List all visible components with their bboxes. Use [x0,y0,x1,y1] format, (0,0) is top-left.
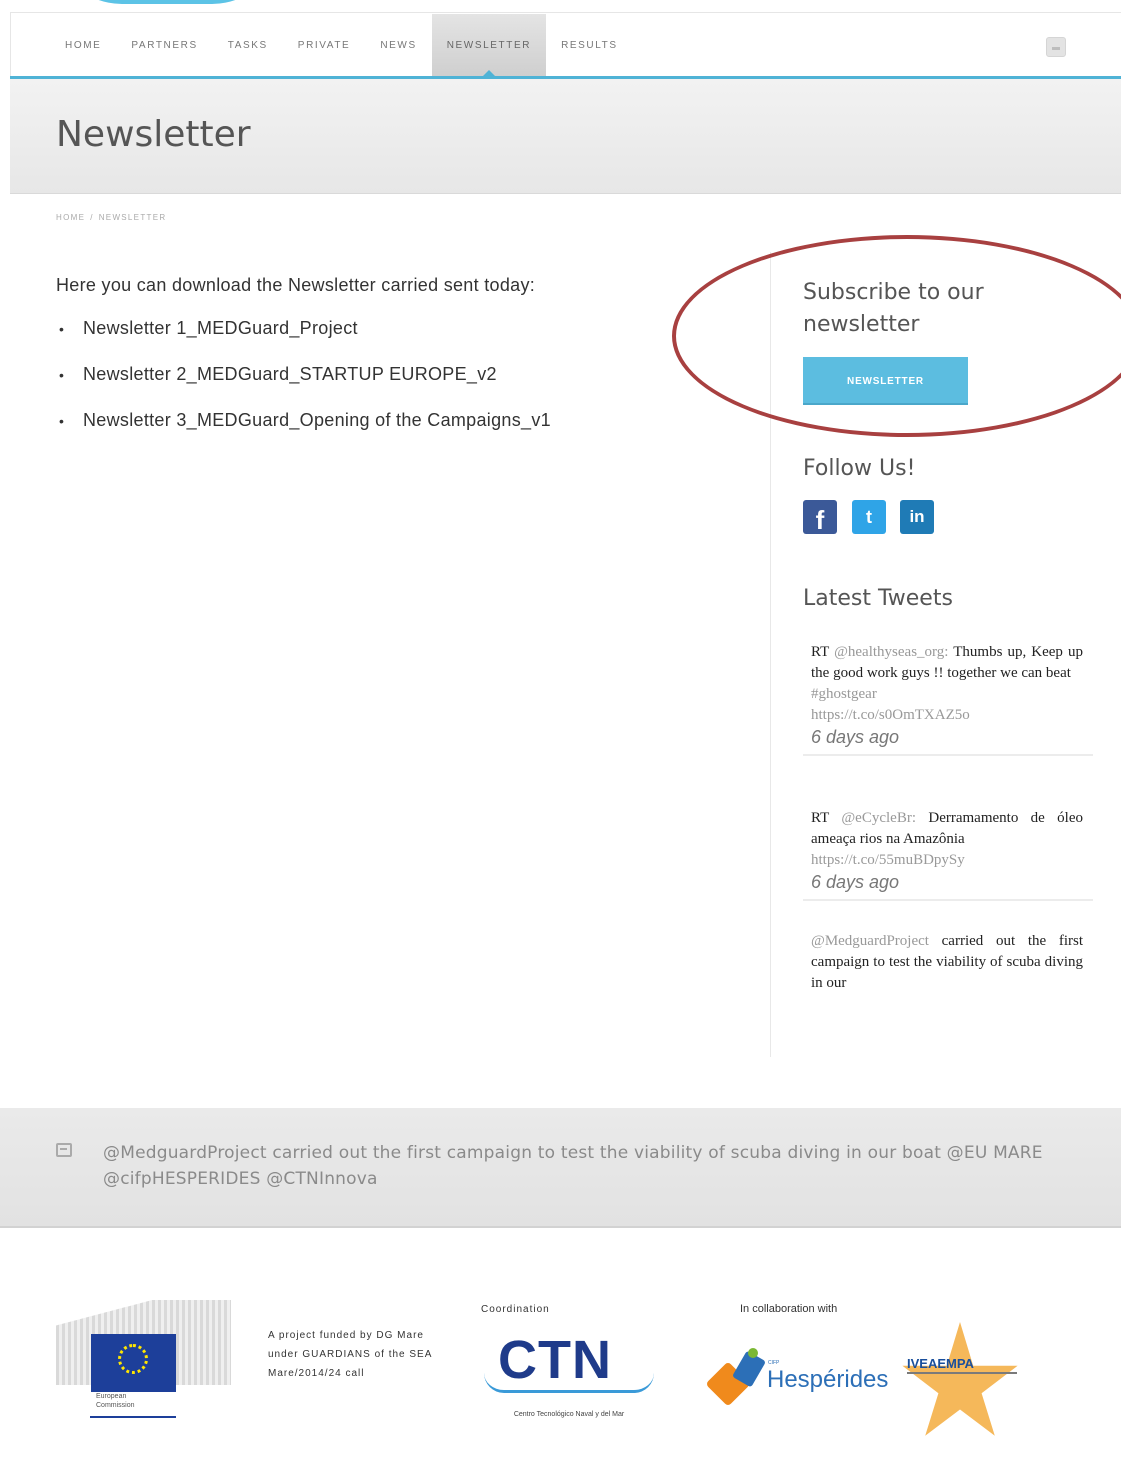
bullet: • [59,413,65,429]
nav-item-home[interactable]: HOME [50,14,116,76]
tweet: RT @eCycleBr: Derramamento de óleo ameaç… [803,800,1093,901]
starfish-graphic [902,1322,1018,1436]
ctn-subtitle: Centro Tecnológico Naval y del Mar [513,1411,625,1418]
subscribe-heading: Subscribe to our newsletter [803,280,984,337]
bullet: • [59,367,65,383]
breadcrumb: HOME / NEWSLETTER [56,213,166,222]
newsletter-link[interactable]: Newsletter 3_MEDGuard_Opening of the Cam… [83,410,551,431]
newsletter-link[interactable]: Newsletter 2_MEDGuard_STARTUP EUROPE_v2 [83,364,497,385]
newsletter-button[interactable]: NEWSLETTER [803,357,968,405]
intro-text: Here you can download the Newsletter car… [56,275,536,295]
tweet-link[interactable]: https://t.co/55muBDpySy [811,850,1083,871]
iveaempa-text: IVEAEMPA [907,1356,974,1371]
hesperides-mark [748,1348,758,1358]
nav-item-results[interactable]: RESULTS [546,14,633,76]
collaboration-label: In collaboration with [740,1303,838,1315]
page-title: Newsletter [56,114,251,155]
eu-label: European Commission [96,1393,135,1409]
facebook-icon[interactable]: f [803,500,837,535]
iveaempa-logo[interactable]: IVEAEMPA [895,1322,1025,1447]
nav-item-newsletter[interactable]: NEWSLETTER [431,14,547,77]
linkedin-icon[interactable]: in [900,500,934,534]
follow-heading: Follow Us! [803,456,916,481]
nav-item-news[interactable]: NEWS [365,14,431,76]
funding-text: A project funded by DG Mare under GUARDI… [268,1330,432,1379]
hesperides-logo[interactable]: CIFP Hespérides [705,1348,888,1410]
breadcrumb-home[interactable]: HOME [56,213,85,222]
ctn-logo[interactable]: CTN Centro Tecnológico Naval y del Mar [484,1330,654,1425]
bullet: • [59,321,65,337]
site-logo[interactable] [52,0,282,12]
sidebar-divider [770,252,771,1057]
ctn-wave [484,1373,654,1393]
tweets-heading: Latest Tweets [803,586,953,611]
nav-item-private[interactable]: PRIVATE [283,14,366,76]
search-icon[interactable] [1046,37,1066,57]
nav-items: HOME PARTNERS TASKS PRIVATE NEWS NEWSLET… [50,14,633,77]
eu-underline [90,1416,176,1418]
tweet-link[interactable]: https://t.co/s0OmTXAZ5o [811,705,1083,726]
tweet-handle[interactable]: @healthyseas_org: [834,644,948,660]
list-item[interactable]: • Newsletter 1_MEDGuard_Project [56,318,551,364]
list-item[interactable]: • Newsletter 3_MEDGuard_Opening of the Ca… [56,410,551,456]
tweet-time: 6 days ago [811,872,900,892]
tweet-handle[interactable]: @eCycleBr: [841,810,916,826]
breadcrumb-current: NEWSLETTER [98,213,167,222]
iveaempa-subline [907,1372,1017,1374]
list-item[interactable]: • Newsletter 2_MEDGuard_STARTUP EUROPE_v2 [56,364,551,410]
newsletter-list: • Newsletter 1_MEDGuard_Project • Newslett… [56,318,551,456]
eu-stars [118,1344,148,1374]
tweet: RT @healthyseas_org: Thumbs up, Keep up … [803,634,1093,756]
tweet-band-text: @MedguardProject carried out the first c… [103,1143,1043,1189]
tweet: @MedguardProject carried out the first c… [803,923,1093,1000]
comment-icon [56,1143,72,1157]
european-commission-logo: European Commission [56,1300,231,1420]
nav-item-tasks[interactable]: TASKS [213,14,283,76]
nav-item-partners[interactable]: PARTNERS [116,14,212,76]
newsletter-link[interactable]: Newsletter 1_MEDGuard_Project [83,318,358,339]
tweet-time: 6 days ago [811,727,900,747]
tweet-handle[interactable]: @MedguardProject [811,933,929,949]
tweet-prefix: RT [811,644,829,660]
coordination-label: Coordination [481,1304,550,1315]
tweet-prefix: RT [811,810,829,826]
hesperides-text: Hespérides [767,1366,889,1393]
tweet-hashtag[interactable]: #ghostgear [811,684,1083,705]
breadcrumb-separator: / [90,213,94,222]
twitter-icon[interactable]: t [852,500,886,534]
